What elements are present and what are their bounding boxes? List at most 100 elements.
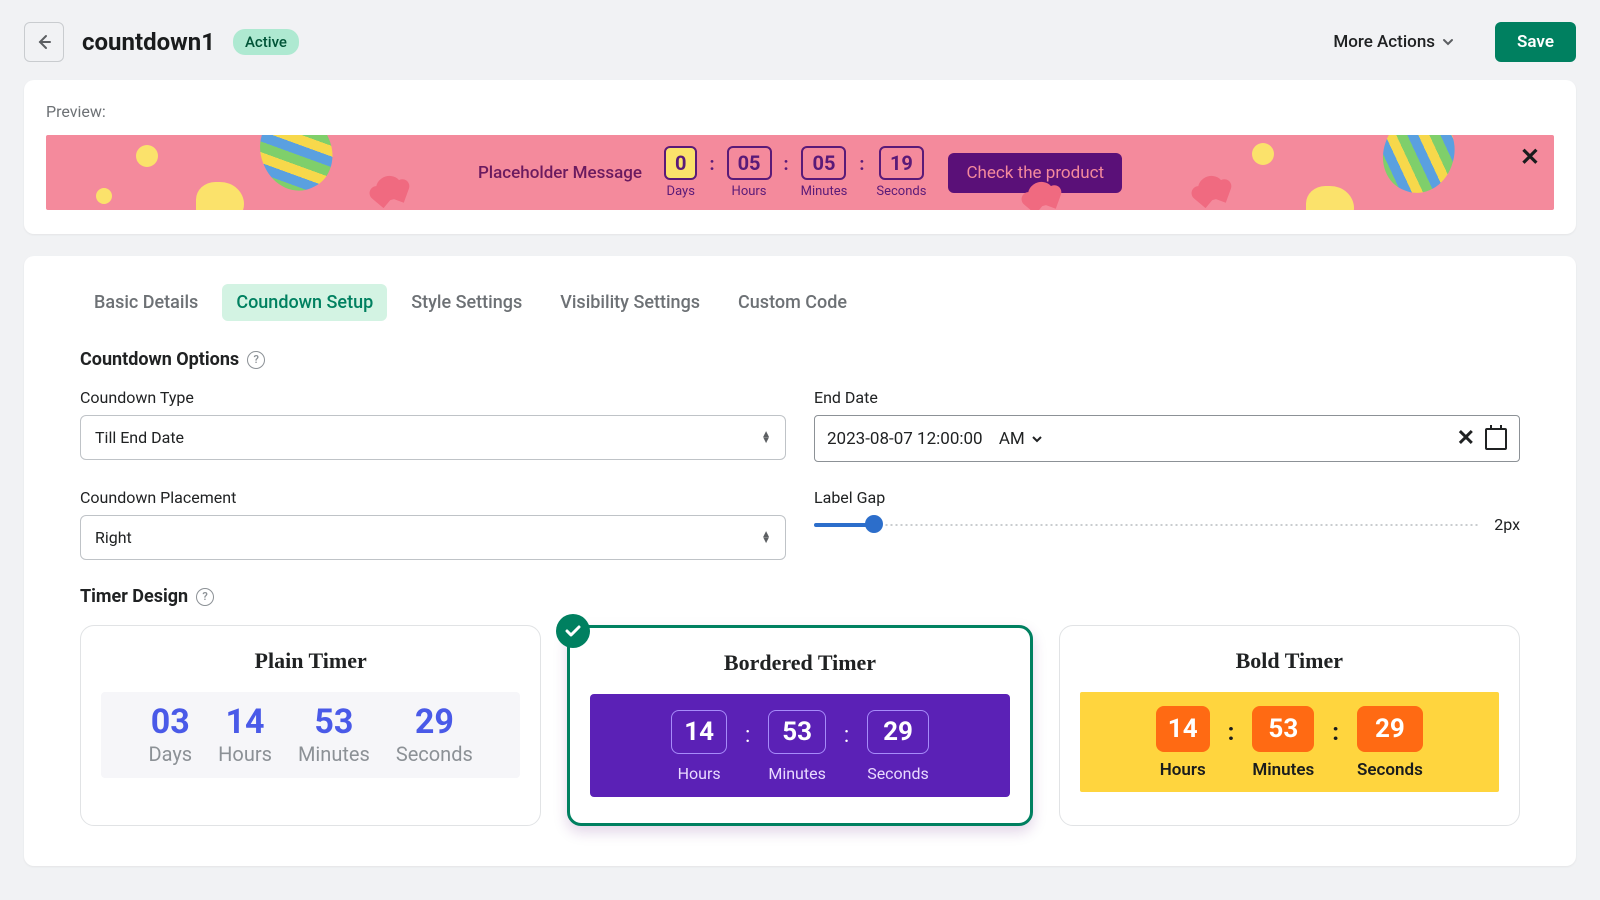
field-countdown-type: Coundown Type Till End Date ▲▼ [80, 388, 786, 462]
header-bar: countdown1 Active More Actions Save [0, 0, 1600, 80]
field-countdown-placement: Coundown Placement Right ▲▼ [80, 488, 786, 560]
bord-hours-lbl: Hours [671, 764, 727, 783]
plain-hours-lbl: Hours [218, 742, 272, 766]
clear-date-button[interactable]: ✕ [1457, 426, 1475, 451]
bord-hours-num: 14 [671, 710, 727, 754]
end-date-ampm: AM [999, 429, 1025, 449]
timer-colon: : [709, 154, 714, 175]
tab-custom-code[interactable]: Custom Code [724, 284, 861, 321]
help-icon[interactable]: ? [247, 351, 265, 369]
bord-seconds-lbl: Seconds [867, 764, 929, 783]
timer-hours-value: 05 [727, 146, 772, 180]
label-gap-slider[interactable] [814, 522, 1480, 528]
arrow-left-icon [34, 32, 54, 52]
preview-card: Preview: Placeholder Message 0 Days : 05… [24, 80, 1576, 234]
chevron-down-icon [1441, 35, 1455, 49]
status-badge: Active [233, 29, 299, 55]
tab-visibility-settings[interactable]: Visibility Settings [546, 284, 714, 321]
plain-seconds-num: 29 [396, 702, 473, 742]
bold-seconds-num: 29 [1357, 706, 1423, 752]
plain-minutes-num: 53 [298, 702, 370, 742]
timer-days-value: 0 [664, 146, 697, 180]
field-label: Coundown Type [80, 388, 786, 407]
decor-dot [1252, 143, 1274, 165]
timer-unit-seconds: 19 Seconds [876, 146, 926, 199]
help-icon[interactable]: ? [196, 588, 214, 606]
plain-days-lbl: Days [148, 742, 192, 766]
more-actions-button[interactable]: More Actions [1321, 24, 1467, 60]
chevron-down-icon [1031, 433, 1043, 445]
timer-days-label: Days [667, 184, 695, 199]
slider-thumb[interactable] [865, 515, 883, 533]
bold-hours-lbl: Hours [1156, 760, 1210, 780]
calendar-icon[interactable] [1485, 428, 1507, 450]
select-arrows-icon: ▲▼ [761, 532, 771, 544]
timer-colon: : [1228, 718, 1235, 746]
save-button[interactable]: Save [1495, 22, 1576, 62]
field-end-date: End Date 2023-08-07 12:00:00 AM ✕ [814, 388, 1520, 462]
timer-seconds-value: 19 [879, 146, 924, 180]
banner-close-button[interactable]: ✕ [1520, 143, 1540, 171]
decor-heart [1195, 173, 1226, 203]
bordered-timer-preview: 14Hours : 53Minutes : 29Seconds [590, 694, 1009, 797]
field-label-gap: Label Gap 2px [814, 488, 1520, 560]
countdown-placement-select[interactable]: Right ▲▼ [80, 515, 786, 560]
settings-card: Basic Details Coundown Setup Style Setti… [24, 256, 1576, 866]
timer-minutes-label: Minutes [801, 184, 848, 199]
decor-blob [1306, 186, 1354, 210]
bold-timer-preview: 14Hours : 53Minutes : 29Seconds [1080, 692, 1499, 792]
check-icon [556, 614, 590, 648]
tab-countdown-setup[interactable]: Coundown Setup [222, 284, 387, 321]
design-title: Bordered Timer [590, 650, 1009, 676]
select-arrows-icon: ▲▼ [761, 432, 771, 444]
plain-hours-num: 14 [218, 702, 272, 742]
tab-basic-details[interactable]: Basic Details [80, 284, 212, 321]
plain-timer-preview: 03Days 14Hours 53Minutes 29Seconds [101, 692, 520, 778]
design-title: Plain Timer [101, 648, 520, 674]
design-option-bordered[interactable]: Bordered Timer 14Hours : 53Minutes : 29S… [567, 625, 1032, 826]
section-title-text: Countdown Options [80, 349, 239, 370]
plain-seconds-lbl: Seconds [396, 742, 473, 766]
timer-colon: : [844, 723, 849, 748]
field-label: Label Gap [814, 488, 1520, 507]
bold-minutes-lbl: Minutes [1252, 760, 1314, 780]
timer-colon: : [745, 723, 750, 748]
bold-minutes-num: 53 [1252, 706, 1314, 752]
label-gap-value: 2px [1494, 515, 1520, 534]
field-label: End Date [814, 388, 1520, 407]
timer-minutes-value: 05 [801, 146, 846, 180]
bold-hours-num: 14 [1156, 706, 1210, 752]
bold-seconds-lbl: Seconds [1357, 760, 1423, 780]
design-option-bold[interactable]: Bold Timer 14Hours : 53Minutes : 29Secon… [1059, 625, 1520, 826]
timer-hours-label: Hours [732, 184, 767, 199]
design-title: Bold Timer [1080, 648, 1499, 674]
timer-colon: : [859, 154, 864, 175]
timer-unit-hours: 05 Hours [727, 146, 772, 199]
section-timer-design: Timer Design ? [80, 586, 1520, 607]
timer-colon: : [784, 154, 789, 175]
countdown-type-select[interactable]: Till End Date ▲▼ [80, 415, 786, 460]
decor-heart [373, 173, 404, 203]
back-button[interactable] [24, 22, 64, 62]
bord-minutes-lbl: Minutes [768, 764, 826, 783]
banner-message: Placeholder Message [478, 163, 642, 183]
tab-style-settings[interactable]: Style Settings [397, 284, 536, 321]
end-date-input[interactable]: 2023-08-07 12:00:00 AM ✕ [814, 415, 1520, 462]
timer-unit-minutes: 05 Minutes [801, 146, 848, 199]
decor-blob [196, 182, 244, 210]
page-title: countdown1 [82, 28, 215, 56]
decor-dot [96, 188, 112, 204]
select-value: Right [95, 528, 132, 547]
design-option-plain[interactable]: Plain Timer 03Days 14Hours 53Minutes 29S… [80, 625, 541, 826]
banner-timer: 0 Days : 05 Hours : 05 Minutes : 19 Seco… [664, 146, 926, 199]
field-label: Coundown Placement [80, 488, 786, 507]
end-date-value: 2023-08-07 12:00:00 [827, 429, 983, 449]
timer-seconds-label: Seconds [876, 184, 926, 199]
preview-banner: Placeholder Message 0 Days : 05 Hours : … [46, 135, 1554, 210]
tabs: Basic Details Coundown Setup Style Setti… [80, 256, 1520, 343]
plain-minutes-lbl: Minutes [298, 742, 370, 766]
bord-minutes-num: 53 [768, 710, 826, 754]
decor-dot [136, 145, 158, 167]
preview-label: Preview: [46, 102, 1554, 121]
select-value: Till End Date [95, 428, 184, 447]
